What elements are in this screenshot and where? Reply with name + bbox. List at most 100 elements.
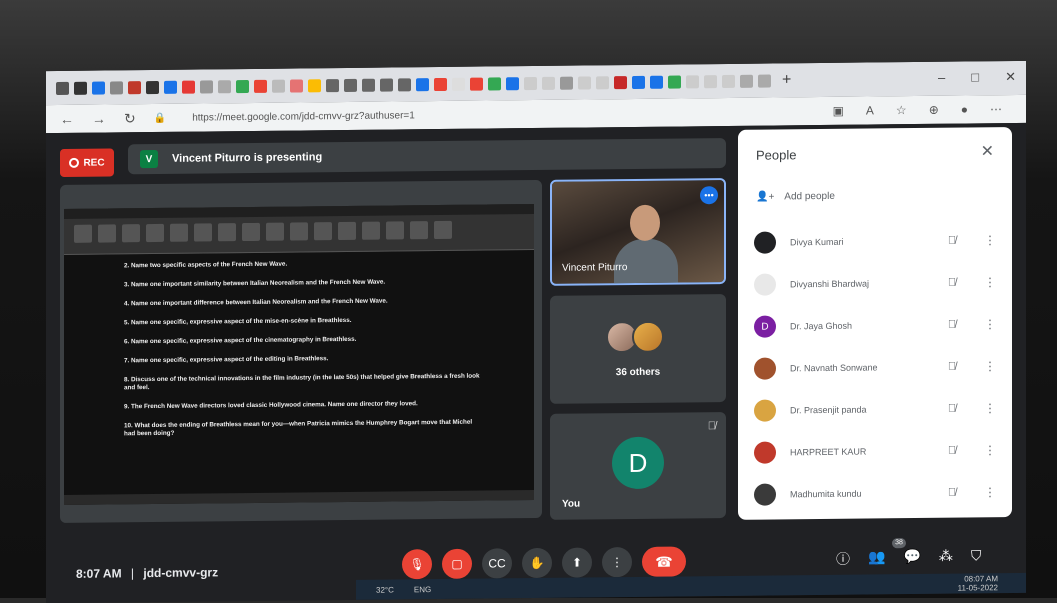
tab-favicon[interactable] xyxy=(758,74,771,88)
people-icon[interactable]: 👥 xyxy=(868,548,885,568)
more-vert-icon[interactable]: ⋮ xyxy=(978,485,1002,499)
more-menu-icon[interactable]: ⋯ xyxy=(990,102,1002,116)
tab-favicon[interactable] xyxy=(452,77,465,91)
maximize-button[interactable]: □ xyxy=(971,69,979,85)
mic-off-icon[interactable]: 🎙̸ xyxy=(940,235,964,247)
tab-favicon[interactable] xyxy=(254,79,267,93)
more-vert-icon[interactable]: ⋮ xyxy=(978,317,1002,331)
mic-off-icon[interactable]: 🎙̸ xyxy=(940,361,964,373)
add-people-button[interactable]: 👤+ Add people xyxy=(756,191,835,203)
info-icon[interactable]: ⓘ xyxy=(836,549,850,569)
tab-favicon[interactable] xyxy=(362,78,375,92)
tab-favicon[interactable] xyxy=(740,74,753,88)
minimize-button[interactable]: – xyxy=(938,70,945,86)
taskbar-clock[interactable]: 08:07 AM 11-05-2022 xyxy=(958,574,998,592)
tab-favicon[interactable] xyxy=(524,76,537,90)
participant-row[interactable]: Madhumita kundu 🎙̸ ⋮ xyxy=(754,471,1002,516)
tab-favicon[interactable] xyxy=(218,79,231,93)
mic-off-icon[interactable]: 🎙̸ xyxy=(940,403,964,415)
new-tab-button[interactable]: + xyxy=(782,71,791,89)
more-options-icon[interactable]: ••• xyxy=(700,186,718,205)
close-window-button[interactable]: ✕ xyxy=(1005,69,1016,85)
presenter-video-tile[interactable]: ••• Vincent Piturro xyxy=(550,178,726,286)
more-vert-icon[interactable]: ⋮ xyxy=(978,401,1002,415)
record-icon xyxy=(69,157,80,168)
forward-arrow-icon[interactable]: → xyxy=(92,111,106,127)
tab-favicon[interactable] xyxy=(272,79,285,93)
self-tile[interactable]: 🎙̸ D You xyxy=(550,412,726,520)
tab-favicon[interactable] xyxy=(182,80,195,94)
tab-favicon[interactable] xyxy=(722,74,735,88)
tab-favicon[interactable] xyxy=(56,81,69,95)
activities-icon[interactable]: ⁂ xyxy=(939,548,953,568)
participant-row[interactable]: HARPREET KAUR 🎙̸ ⋮ xyxy=(754,429,1002,474)
profile-icon[interactable]: ● xyxy=(961,102,968,116)
tab-favicon[interactable] xyxy=(164,80,177,94)
more-options-button[interactable]: ⋮ xyxy=(602,546,632,578)
participant-row[interactable]: Divya Kumari 🎙̸ ⋮ xyxy=(754,219,1002,264)
tab-favicon[interactable] xyxy=(74,81,87,95)
more-vert-icon[interactable]: ⋮ xyxy=(978,359,1002,373)
url-field[interactable]: https://meet.google.com/jdd-cmvv-grz?aut… xyxy=(192,106,814,123)
tab-favicon[interactable] xyxy=(542,76,555,90)
tab-favicon[interactable] xyxy=(200,79,213,94)
back-arrow-icon[interactable]: ← xyxy=(60,111,74,127)
others-tile[interactable]: 36 others xyxy=(550,294,726,404)
mic-off-icon[interactable]: 🎙̸ xyxy=(940,445,964,457)
tab-favicon[interactable] xyxy=(326,78,339,92)
tab-favicon[interactable] xyxy=(596,75,609,89)
participant-row[interactable]: Dr. Prasenjit panda 🎙̸ ⋮ xyxy=(754,387,1002,432)
mic-off-icon[interactable]: 🎙̸ xyxy=(940,319,964,331)
tab-favicon[interactable] xyxy=(488,76,501,91)
participant-count-badge: 38 xyxy=(892,538,906,549)
tab-favicon[interactable] xyxy=(416,77,429,91)
tab-favicon[interactable] xyxy=(686,74,699,88)
participant-row[interactable]: Divyanshi Bhardwaj 🎙̸ ⋮ xyxy=(754,261,1002,306)
presentation-tile[interactable]: 2. Name two specific aspects of the Fren… xyxy=(60,179,542,523)
present-button[interactable]: ⬆ xyxy=(562,547,592,578)
read-aloud-icon[interactable]: A xyxy=(866,103,874,117)
mic-off-icon[interactable]: 🎙̸ xyxy=(940,277,964,289)
tab-favicon[interactable] xyxy=(290,78,303,93)
question-list: 2. Name two specific aspects of the Fren… xyxy=(124,259,484,450)
tab-favicon[interactable] xyxy=(632,75,645,89)
tab-favicon[interactable] xyxy=(704,74,717,88)
captions-button[interactable]: CC xyxy=(482,548,512,579)
tab-favicon[interactable] xyxy=(380,77,393,92)
tab-favicon[interactable] xyxy=(92,81,105,95)
tab-favicon[interactable] xyxy=(506,76,519,90)
tab-favicon[interactable] xyxy=(578,75,591,90)
tab-favicon[interactable] xyxy=(434,77,447,91)
participant-row[interactable]: Dr. Navnath Sonwane 🎙̸ ⋮ xyxy=(754,345,1002,390)
tab-favicon[interactable] xyxy=(128,80,141,94)
tab-favicon[interactable] xyxy=(146,80,159,94)
host-controls-icon[interactable]: ⛉ xyxy=(971,547,982,567)
reload-icon[interactable]: ↻ xyxy=(124,110,136,127)
more-vert-icon[interactable]: ⋮ xyxy=(978,443,1002,457)
tab-favicon[interactable] xyxy=(344,78,357,92)
more-vert-icon[interactable]: ⋮ xyxy=(978,275,1002,289)
mic-off-icon[interactable]: 🎙̸ xyxy=(940,487,964,499)
collections-icon[interactable]: ⊕ xyxy=(929,103,939,117)
close-icon[interactable]: ✕ xyxy=(981,141,994,161)
weather-label[interactable]: 32°C xyxy=(376,585,394,594)
chat-icon[interactable]: 💬 xyxy=(903,548,920,568)
tab-favicon[interactable] xyxy=(398,77,411,91)
tab-favicon[interactable] xyxy=(614,75,627,89)
more-vert-icon[interactable]: ⋮ xyxy=(978,233,1002,247)
tab-favicon[interactable] xyxy=(236,79,249,93)
tab-favicon[interactable] xyxy=(560,76,573,90)
camera-toggle-button[interactable]: ▢ xyxy=(442,548,472,579)
camera-icon[interactable]: ▣ xyxy=(833,104,844,118)
favorite-star-icon[interactable]: ☆ xyxy=(896,103,907,117)
tab-favicon[interactable] xyxy=(668,74,681,89)
raise-hand-button[interactable]: ✋ xyxy=(522,547,552,579)
tab-favicon[interactable] xyxy=(470,77,483,91)
participant-row[interactable]: D Dr. Jaya Ghosh 🎙̸ ⋮ xyxy=(754,303,1002,348)
leave-call-button[interactable]: ☎ xyxy=(642,546,686,577)
tab-favicon[interactable] xyxy=(110,80,123,94)
mic-toggle-button[interactable]: 🎙 xyxy=(402,549,432,580)
tab-favicon[interactable] xyxy=(650,75,663,89)
language-indicator[interactable]: ENG xyxy=(414,585,431,594)
tab-favicon[interactable] xyxy=(308,78,321,92)
